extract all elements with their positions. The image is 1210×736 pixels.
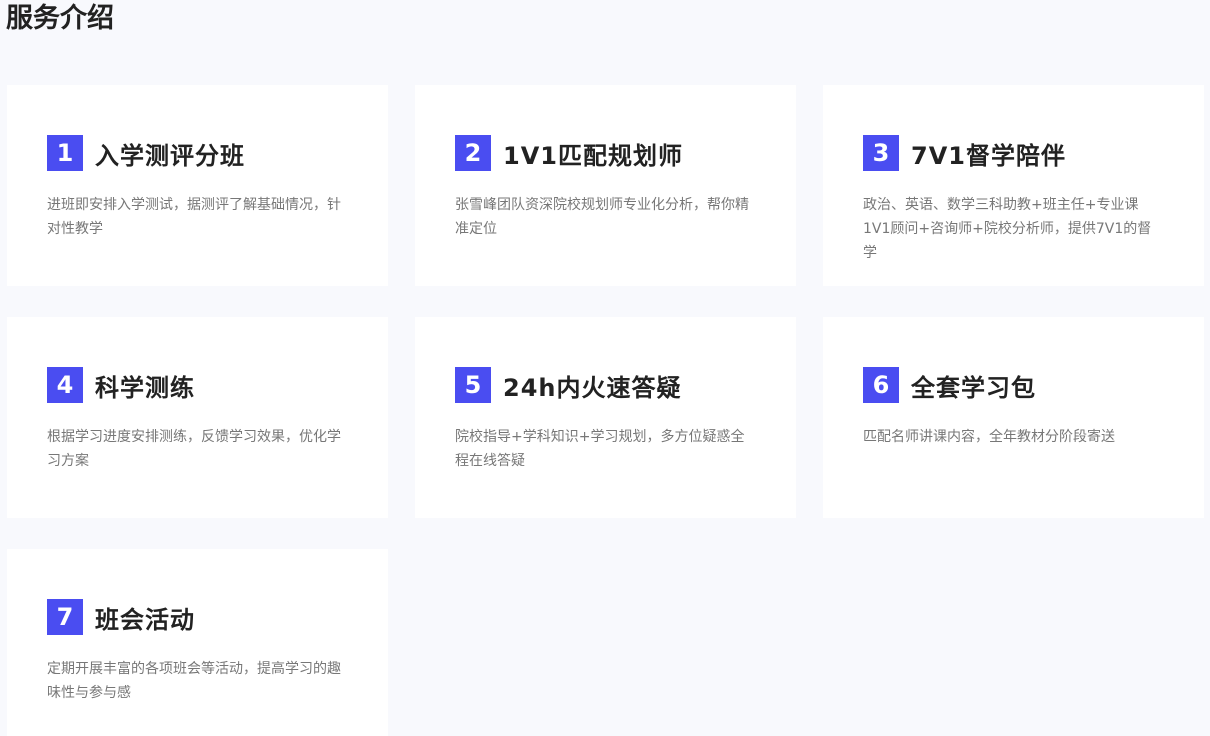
card-header: 4 科学测练	[47, 367, 195, 403]
card-description: 院校指导+学科知识+学习规划，多方位疑惑全程在线答疑	[455, 429, 745, 469]
card-header: 5 24h内火速答疑	[455, 367, 681, 403]
card-description: 政治、英语、数学三科助教+班主任+专业课1V1顾问+咨询师+院校分析师，提供7V…	[863, 197, 1152, 261]
card-number-badge: 6	[863, 367, 899, 403]
service-card-2: 2 1V1匹配规划师 张雪峰团队资深院校规划师专业化分析，帮你精准定位	[415, 85, 796, 286]
card-description: 定期开展丰富的各项班会等活动，提高学习的趣味性与参与感	[47, 661, 341, 701]
card-description: 进班即安排入学测试，据测评了解基础情况，针对性教学	[47, 197, 341, 237]
card-header: 3 7V1督学陪伴	[863, 135, 1066, 171]
card-title: 入学测评分班	[95, 141, 245, 170]
service-card-3: 3 7V1督学陪伴 政治、英语、数学三科助教+班主任+专业课1V1顾问+咨询师+…	[823, 85, 1204, 286]
card-header: 6 全套学习包	[863, 367, 1036, 403]
card-number-badge: 3	[863, 135, 899, 171]
card-header: 7 班会活动	[47, 599, 195, 635]
card-number-badge: 4	[47, 367, 83, 403]
card-header: 2 1V1匹配规划师	[455, 135, 683, 171]
card-description: 匹配名师讲课内容，全年教材分阶段寄送	[863, 429, 1115, 445]
card-number-badge: 1	[47, 135, 83, 171]
card-description: 根据学习进度安排测练，反馈学习效果，优化学习方案	[47, 429, 341, 469]
card-description: 张雪峰团队资深院校规划师专业化分析，帮你精准定位	[455, 197, 749, 237]
service-card-7: 7 班会活动 定期开展丰富的各项班会等活动，提高学习的趣味性与参与感	[7, 549, 388, 736]
card-title: 班会活动	[95, 605, 195, 634]
card-title: 7V1督学陪伴	[911, 141, 1066, 170]
card-title: 全套学习包	[911, 373, 1036, 402]
card-number-badge: 7	[47, 599, 83, 635]
card-title: 24h内火速答疑	[503, 373, 682, 402]
service-card-1: 1 入学测评分班 进班即安排入学测试，据测评了解基础情况，针对性教学	[7, 85, 388, 286]
card-header: 1 入学测评分班	[47, 135, 245, 171]
card-number-badge: 2	[455, 135, 491, 171]
service-card-4: 4 科学测练 根据学习进度安排测练，反馈学习效果，优化学习方案	[7, 317, 388, 518]
card-title: 科学测练	[95, 373, 195, 402]
card-number-badge: 5	[455, 367, 491, 403]
card-title: 1V1匹配规划师	[503, 141, 683, 170]
page-title: 服务介绍	[6, 3, 114, 34]
service-card-5: 5 24h内火速答疑 院校指导+学科知识+学习规划，多方位疑惑全程在线答疑	[415, 317, 796, 518]
service-card-6: 6 全套学习包 匹配名师讲课内容，全年教材分阶段寄送	[823, 317, 1204, 518]
